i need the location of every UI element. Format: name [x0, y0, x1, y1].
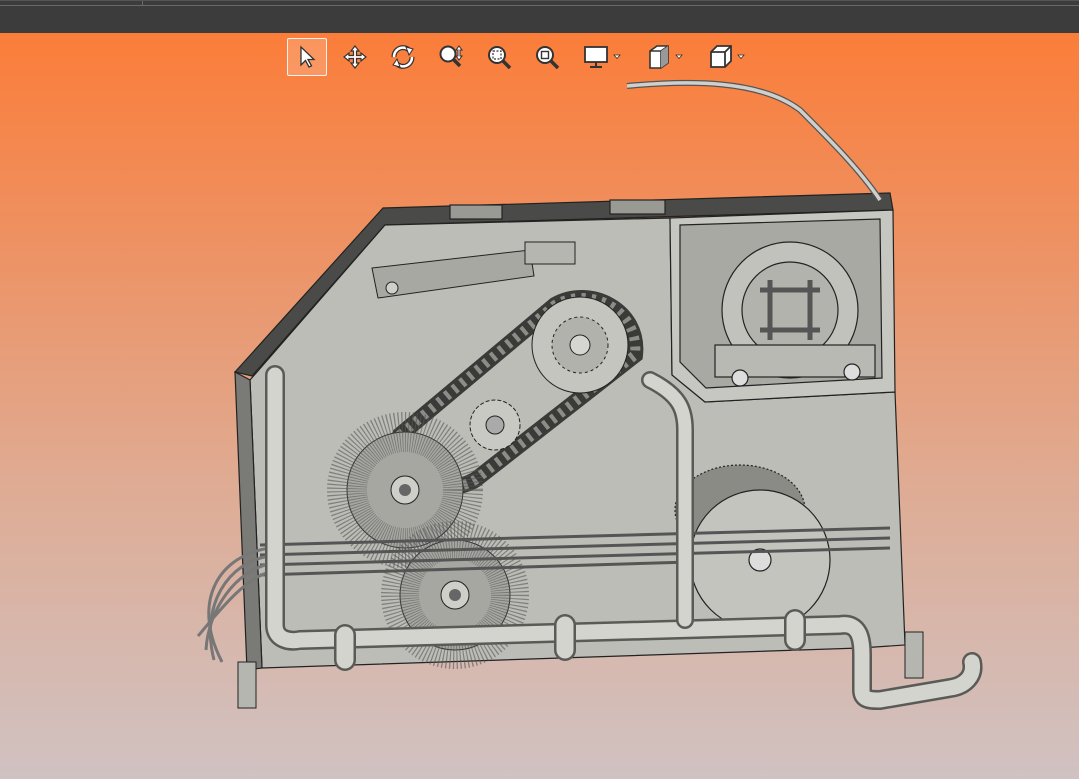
title-bar-divider: [0, 5, 1079, 6]
zoom-fit-icon: [536, 46, 560, 70]
upper-brush: [327, 412, 483, 568]
zoom-window-icon: [488, 46, 512, 70]
shading-mode-dropdown[interactable]: [637, 38, 691, 76]
pointer-arrow-icon: [300, 45, 316, 68]
move-arrows-icon: [343, 45, 367, 69]
select-button[interactable]: [287, 38, 327, 76]
window-title-bar: [0, 0, 1079, 34]
title-bar-separator: [142, 1, 143, 6]
cad-model[interactable]: [0, 33, 1079, 779]
monitor-icon: [584, 46, 608, 68]
view-orientation-dropdown[interactable]: [699, 38, 753, 76]
zoom-updown-icon: [439, 45, 463, 68]
wireframe-cube-icon: [710, 45, 732, 68]
chevron-down-icon: [737, 54, 745, 60]
chevron-down-icon: [675, 54, 683, 60]
3d-viewport[interactable]: [0, 33, 1079, 779]
zoom-fit-button[interactable]: [527, 38, 567, 76]
rotate-icon: [391, 45, 415, 69]
chevron-down-icon: [613, 54, 621, 60]
gear: [469, 399, 521, 451]
cable: [626, 79, 883, 202]
display-mode-dropdown[interactable]: [575, 38, 629, 76]
zoom-dynamic-button[interactable]: [431, 38, 471, 76]
zoom-window-button[interactable]: [479, 38, 519, 76]
upper-pulley: [531, 296, 629, 394]
shaded-cube-icon: [649, 45, 669, 69]
rotate-button[interactable]: [383, 38, 423, 76]
view-toolbar: [287, 37, 761, 77]
pan-button[interactable]: [335, 38, 375, 76]
